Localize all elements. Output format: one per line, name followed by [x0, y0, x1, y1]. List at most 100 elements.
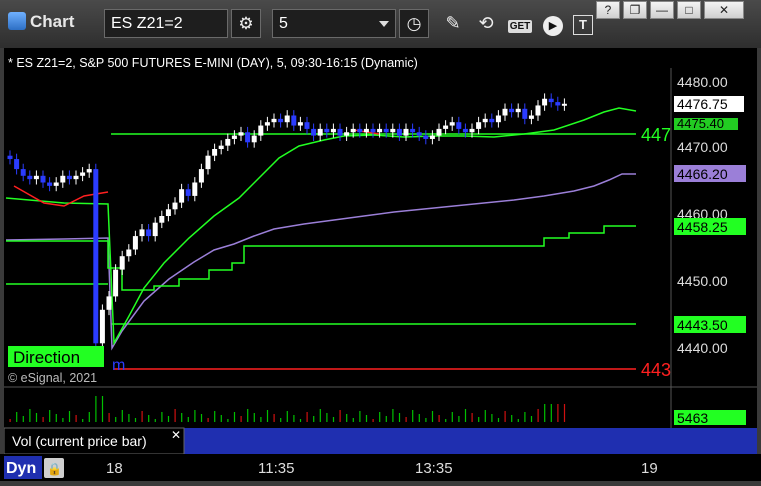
help-button[interactable]: ?	[596, 1, 620, 19]
volume-close-icon[interactable]: ✕	[171, 428, 181, 442]
volume-bar	[464, 409, 467, 422]
symbol-value: ES Z21=2	[111, 15, 183, 32]
candle-body	[33, 175, 39, 180]
volume-bar	[319, 409, 321, 422]
candle-series	[7, 93, 567, 349]
clock-icon: ◷	[406, 14, 422, 33]
volume-bar	[445, 419, 447, 422]
price-tick: 4470.00	[677, 139, 728, 155]
volume-bar	[471, 413, 473, 422]
minimize-icon: —	[656, 3, 668, 17]
maximize-button[interactable]: □	[677, 1, 701, 19]
hidden-green-price: 4475.40	[677, 116, 724, 131]
symbol-settings-button[interactable]: ⚙	[231, 9, 261, 38]
text-tool-icon: T	[573, 15, 593, 35]
volume-bar	[75, 415, 77, 422]
candle-body	[119, 256, 125, 270]
studies-button[interactable]: ⟲	[472, 9, 500, 38]
volume-bar	[16, 412, 18, 422]
volume-bar	[504, 411, 506, 422]
candle-body	[304, 122, 310, 129]
lock-icon: 🔒	[47, 462, 62, 476]
candle-body	[476, 122, 482, 129]
red-line-443-label: 443	[641, 360, 671, 380]
volume-bar	[240, 416, 242, 422]
volume-bar	[95, 396, 97, 422]
volume-bar	[266, 410, 269, 422]
candle-body	[456, 122, 462, 129]
window-controls: ? ❐ — □ ✕	[596, 1, 756, 21]
candle-body	[489, 118, 495, 123]
volume-bar	[29, 409, 31, 422]
candle-body	[7, 155, 13, 160]
candle-body	[561, 103, 567, 106]
green-step-line	[6, 225, 636, 291]
volume-bar	[491, 414, 493, 422]
volume-bar	[22, 416, 24, 422]
volume-bar	[247, 409, 249, 422]
candle-body	[60, 175, 66, 183]
minimize-button[interactable]: —	[650, 1, 674, 19]
candle-body	[47, 182, 53, 186]
candle-body	[192, 182, 198, 196]
candle-body	[416, 132, 422, 136]
candle-body	[271, 118, 277, 123]
volume-bar	[544, 404, 546, 422]
volume-label: Vol (current price bar)	[12, 433, 147, 449]
volume-bar	[62, 418, 64, 422]
candle-body	[139, 229, 145, 237]
candle-body	[509, 108, 515, 113]
candle-body	[423, 135, 429, 139]
volume-bar	[35, 413, 38, 422]
volume-value: 5463	[677, 410, 708, 426]
restore-button[interactable]: ❐	[623, 1, 647, 19]
volume-bar	[412, 410, 414, 422]
candle-body	[344, 132, 350, 136]
volume-bar	[253, 413, 255, 422]
play-button[interactable]: ▶	[539, 9, 567, 38]
volume-bar	[385, 416, 387, 422]
volume-bar	[352, 418, 354, 422]
candle-body	[330, 128, 336, 133]
candle-body	[535, 105, 541, 116]
volume-bar	[398, 413, 401, 422]
dyn-mode-label: Dyn	[6, 460, 36, 477]
interval-clock-button[interactable]: ◷	[399, 9, 429, 38]
volume-bar	[260, 417, 262, 422]
time-tick: 13:35	[415, 460, 453, 477]
volume-bar	[101, 396, 104, 422]
candle-body	[20, 169, 26, 176]
candle-body	[185, 189, 191, 196]
interval-select[interactable]: 5	[272, 9, 396, 38]
candle-body	[390, 128, 396, 133]
get-button[interactable]: GET	[505, 9, 535, 38]
time-tick: 11:35	[258, 460, 294, 477]
candle-body	[548, 98, 554, 103]
draw-tool-button[interactable]: ✎	[439, 9, 467, 38]
candle-body	[106, 296, 112, 310]
candle-body	[159, 216, 165, 223]
green-458-label: 4458.25	[677, 219, 728, 235]
volume-bar	[379, 412, 381, 422]
candle-body	[53, 182, 59, 186]
interval-value: 5	[279, 15, 288, 32]
gear-icon: ⚙	[238, 14, 254, 33]
green-443-label: 4443.50	[677, 317, 728, 333]
candle-body	[14, 159, 20, 170]
symbol-input[interactable]: ES Z21=2	[104, 9, 228, 38]
candle-body	[357, 128, 363, 133]
volume-axis-strip	[671, 428, 757, 454]
volume-bar	[458, 416, 460, 422]
price-chart[interactable]: * ES Z21=2, S&P 500 FUTURES E-MINI (DAY)…	[3, 48, 757, 455]
chart-header: * ES Z21=2, S&P 500 FUTURES E-MINI (DAY)…	[8, 56, 418, 70]
chart-panel[interactable]: * ES Z21=2, S&P 500 FUTURES E-MINI (DAY)…	[3, 48, 757, 455]
volume-bar	[55, 414, 57, 422]
volume-bar	[451, 412, 453, 422]
direction-suffix: m	[112, 357, 125, 374]
volume-bar	[207, 418, 209, 422]
text-tool-button[interactable]: T	[569, 9, 597, 38]
candle-body	[231, 135, 237, 139]
volume-bar	[174, 409, 176, 422]
candle-body	[429, 135, 435, 139]
close-button[interactable]: ✕	[704, 1, 744, 19]
